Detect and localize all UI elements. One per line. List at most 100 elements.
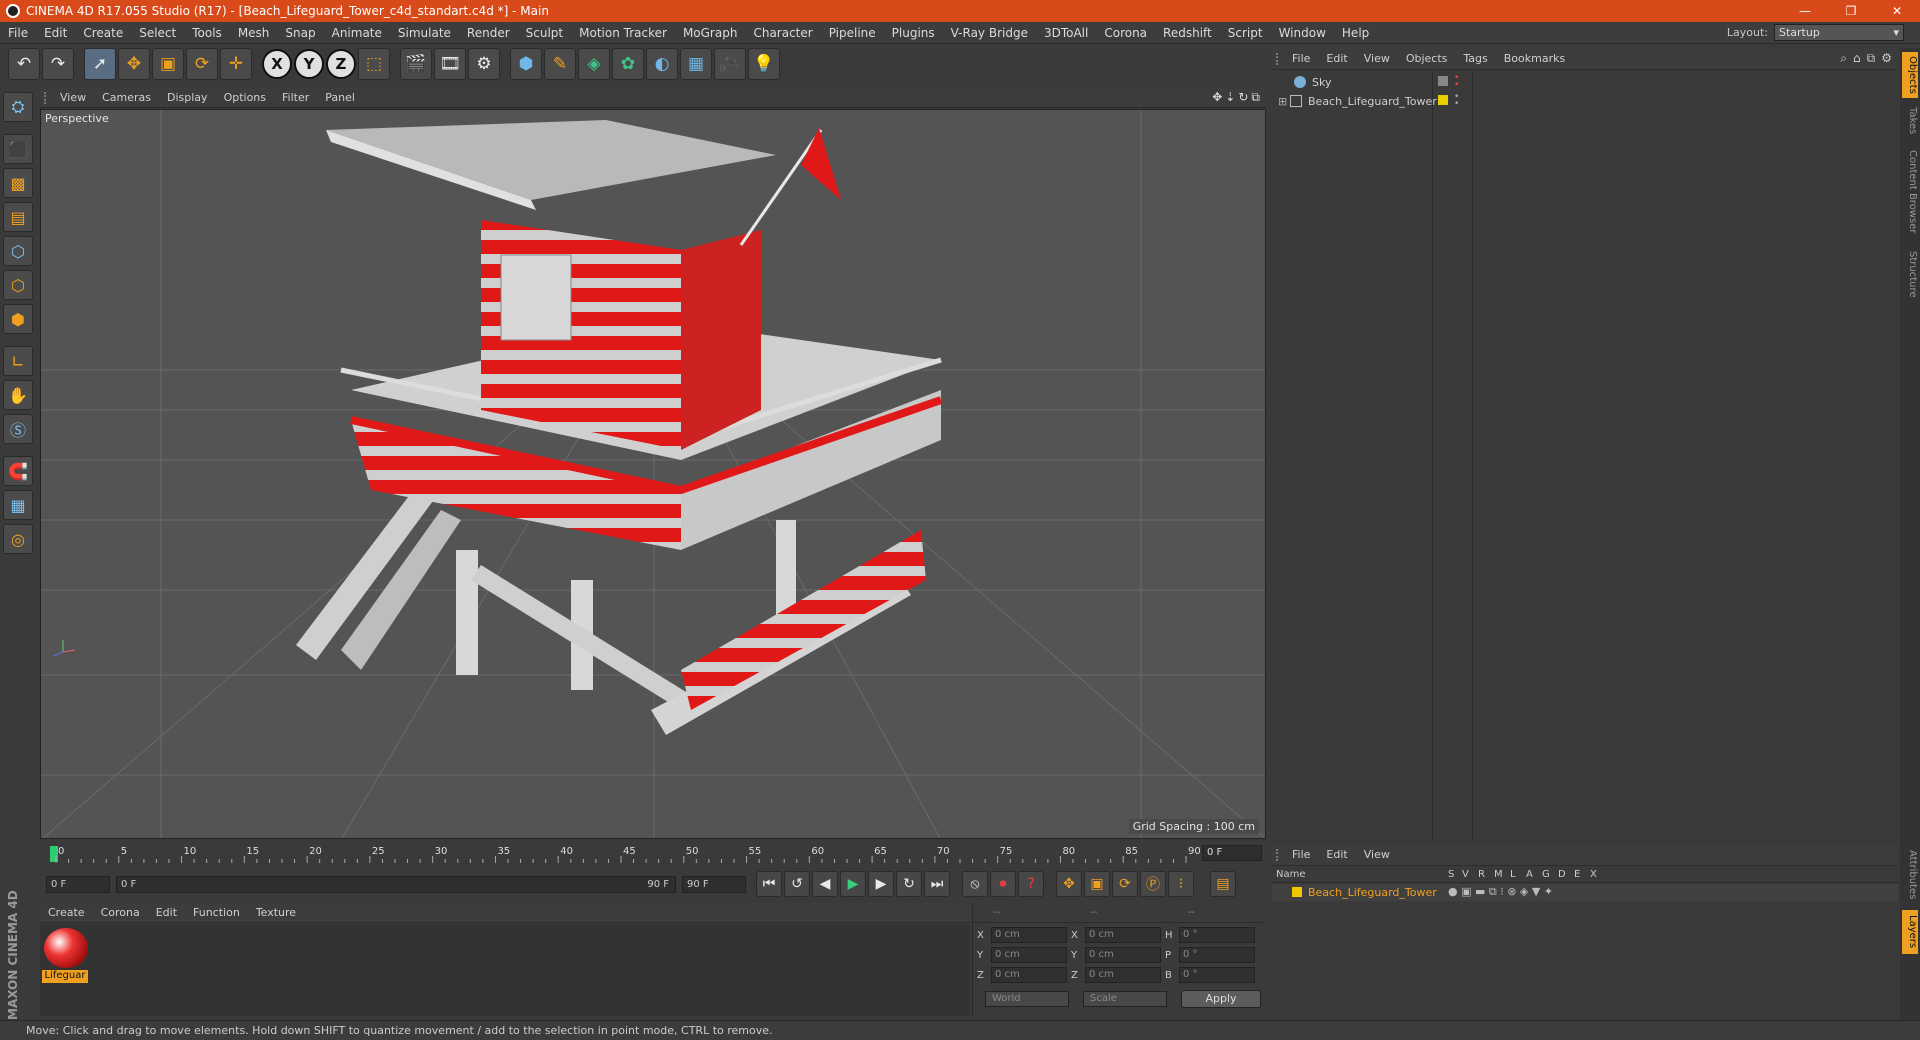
- om-menu-file[interactable]: File: [1284, 52, 1318, 65]
- menu-mograph[interactable]: MoGraph: [675, 26, 746, 40]
- menu-motion-tracker[interactable]: Motion Tracker: [571, 26, 675, 40]
- menu-plugins[interactable]: Plugins: [884, 26, 943, 40]
- om-menu-bookmarks[interactable]: Bookmarks: [1496, 52, 1573, 65]
- close-button[interactable]: ✕: [1874, 0, 1920, 22]
- undo-icon[interactable]: ↶: [8, 48, 40, 80]
- workplane-mode-icon[interactable]: ▤: [3, 202, 33, 232]
- recent-tool-icon[interactable]: ✛: [220, 48, 252, 80]
- new-view-icon[interactable]: ⧉: [1867, 51, 1876, 66]
- render-picture-viewer-icon[interactable]: 🎞: [434, 48, 466, 80]
- menu-help[interactable]: Help: [1334, 26, 1377, 40]
- position-y-field[interactable]: 0 cm: [991, 947, 1067, 963]
- menu-corona[interactable]: Corona: [1096, 26, 1155, 40]
- live-selection-icon[interactable]: ➚: [84, 48, 116, 80]
- viewport-menu-display[interactable]: Display: [159, 91, 216, 104]
- material-name[interactable]: Lifeguar: [42, 970, 88, 983]
- rotation-p-field[interactable]: 0 °: [1179, 947, 1255, 963]
- mat-menu-texture[interactable]: Texture: [248, 906, 304, 919]
- pen-spline-icon[interactable]: ✎: [544, 48, 576, 80]
- light-icon[interactable]: 💡: [748, 48, 780, 80]
- viewport-menu-view[interactable]: View: [52, 91, 94, 104]
- rotation-h-field[interactable]: 0 °: [1179, 927, 1255, 943]
- rotation-b-field[interactable]: 0 °: [1179, 967, 1255, 983]
- scale-tool-icon[interactable]: ▣: [152, 48, 184, 80]
- toggle-view-icon[interactable]: ⧉: [1251, 90, 1260, 105]
- points-mode-icon[interactable]: ⬡: [3, 236, 33, 266]
- z-axis-lock-icon[interactable]: Z: [326, 49, 356, 79]
- axis-mode-icon[interactable]: ∟: [3, 346, 33, 376]
- next-frame-icon[interactable]: ▶: [868, 871, 894, 897]
- next-key-icon[interactable]: ↻: [896, 871, 922, 897]
- mat-menu-create[interactable]: Create: [40, 906, 93, 919]
- om-menu-tags[interactable]: Tags: [1455, 52, 1495, 65]
- frame-range-slider[interactable]: 0 F 90 F: [116, 875, 676, 893]
- floor-environment-icon[interactable]: ▦: [680, 48, 712, 80]
- camera-icon[interactable]: 🎥: [714, 48, 746, 80]
- tab-objects[interactable]: Objects: [1902, 52, 1918, 98]
- polygons-mode-icon[interactable]: ⬢: [3, 304, 33, 334]
- coordinate-system-icon[interactable]: ⬚: [358, 48, 390, 80]
- solo-mode-icon[interactable]: Ⓢ: [3, 414, 33, 444]
- render-settings-icon[interactable]: ⚙: [468, 48, 500, 80]
- texture-mode-icon[interactable]: ▩: [3, 168, 33, 198]
- cloner-icon[interactable]: ✿: [612, 48, 644, 80]
- workplane-lock-icon[interactable]: ▦: [3, 490, 33, 520]
- timeline-window-icon[interactable]: ▤: [1210, 871, 1236, 897]
- search-icon[interactable]: ⌕: [1840, 51, 1847, 66]
- home-icon[interactable]: ⌂: [1853, 51, 1861, 66]
- tab-layers[interactable]: Layers: [1902, 910, 1918, 954]
- deformer-icon[interactable]: ◐: [646, 48, 678, 80]
- menu-sculpt[interactable]: Sculpt: [518, 26, 571, 40]
- end-frame-field[interactable]: 90 F: [682, 875, 746, 893]
- menu-script[interactable]: Script: [1220, 26, 1271, 40]
- object-row-sky[interactable]: Sky • •: [1272, 73, 1898, 91]
- make-editable-icon[interactable]: ⛭: [3, 92, 33, 122]
- menu-animate[interactable]: Animate: [324, 26, 390, 40]
- panel-grip[interactable]: [1276, 848, 1284, 861]
- go-to-start-icon[interactable]: ⏮: [756, 871, 782, 897]
- display-tag-icon[interactable]: [1438, 76, 1448, 86]
- menu-vray-bridge[interactable]: V-Ray Bridge: [943, 26, 1036, 40]
- previous-key-icon[interactable]: ↺: [784, 871, 810, 897]
- cube-primitive-icon[interactable]: ⬢: [510, 48, 542, 80]
- menu-select[interactable]: Select: [131, 26, 184, 40]
- minimize-button[interactable]: —: [1782, 0, 1828, 22]
- mat-menu-corona[interactable]: Corona: [93, 906, 148, 919]
- om-menu-view[interactable]: View: [1356, 52, 1398, 65]
- layer-toggle-icons[interactable]: ● ▣ ▬ ⧉ ⁝ ⊗ ◈ ▼ ✦: [1448, 885, 1553, 899]
- position-z-field[interactable]: 0 cm: [991, 967, 1067, 983]
- layer-name[interactable]: Beach_Lifeguard_Tower: [1308, 886, 1437, 899]
- playhead[interactable]: [50, 846, 58, 862]
- start-frame-field[interactable]: 0 F: [46, 875, 110, 893]
- menu-simulate[interactable]: Simulate: [390, 26, 459, 40]
- rotate-tool-icon[interactable]: ⟳: [186, 48, 218, 80]
- size-z-field[interactable]: 0 cm: [1085, 967, 1161, 983]
- layer-color-swatch[interactable]: [1292, 887, 1302, 897]
- om-menu-objects[interactable]: Objects: [1398, 52, 1456, 65]
- current-frame-field[interactable]: 0 F: [1202, 845, 1262, 861]
- mat-menu-function[interactable]: Function: [185, 906, 248, 919]
- lm-menu-view[interactable]: View: [1356, 848, 1398, 861]
- edges-mode-icon[interactable]: ⬡: [3, 270, 33, 300]
- viewport-menu-filter[interactable]: Filter: [274, 91, 317, 104]
- tab-content-browser[interactable]: Content Browser: [1902, 144, 1918, 240]
- planar-workplane-icon[interactable]: ◎: [3, 524, 33, 554]
- previous-frame-icon[interactable]: ◀: [812, 871, 838, 897]
- maximize-button[interactable]: ❐: [1828, 0, 1874, 22]
- viewport-menu-panel[interactable]: Panel: [317, 91, 363, 104]
- menu-pipeline[interactable]: Pipeline: [821, 26, 884, 40]
- dolly-view-icon[interactable]: ⇣: [1225, 90, 1235, 105]
- lm-menu-file[interactable]: File: [1284, 848, 1318, 861]
- menu-character[interactable]: Character: [745, 26, 820, 40]
- size-mode-dropdown[interactable]: Scale: [1083, 991, 1167, 1007]
- redo-icon[interactable]: ↷: [42, 48, 74, 80]
- tab-takes[interactable]: Takes: [1902, 104, 1918, 138]
- apply-button[interactable]: Apply: [1181, 990, 1261, 1008]
- key-position-icon[interactable]: ✥: [1056, 871, 1082, 897]
- y-axis-lock-icon[interactable]: Y: [294, 49, 324, 79]
- menu-mesh[interactable]: Mesh: [230, 26, 278, 40]
- viewport-menu-options[interactable]: Options: [216, 91, 274, 104]
- menu-create[interactable]: Create: [75, 26, 131, 40]
- x-axis-lock-icon[interactable]: X: [262, 49, 292, 79]
- om-menu-edit[interactable]: Edit: [1318, 52, 1355, 65]
